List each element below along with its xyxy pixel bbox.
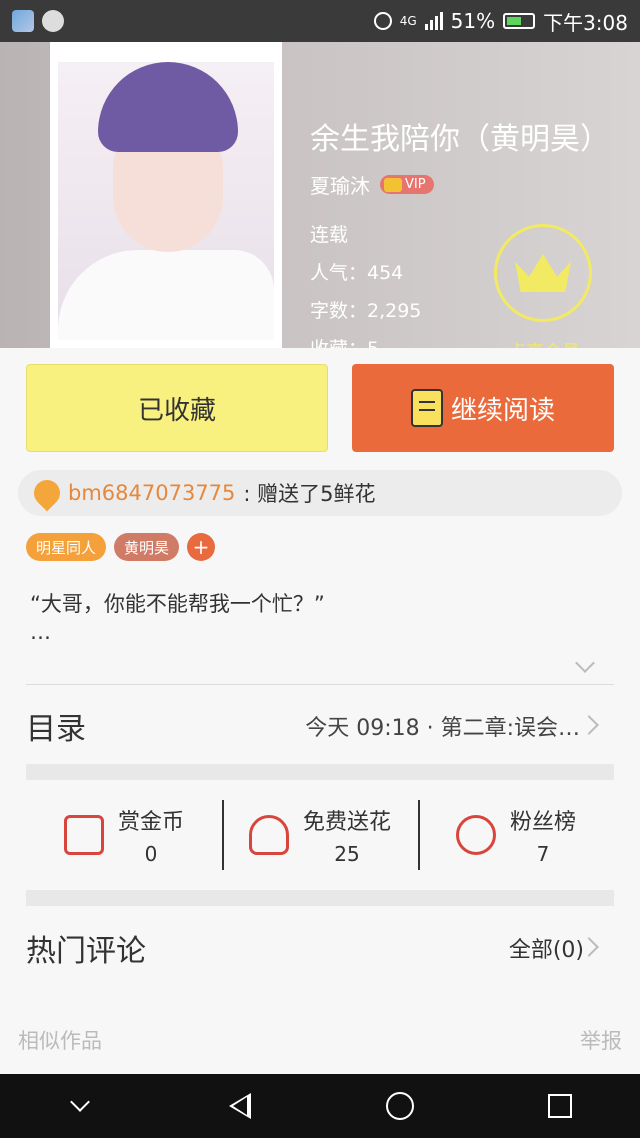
red-envelope-icon: [63, 815, 104, 855]
toc-row[interactable]: 目录 今天 09:18 · 第二章:误会…: [26, 686, 614, 766]
gift-text: : 赠送了5鲜花: [243, 482, 376, 506]
book-cover[interactable]: [50, 42, 282, 348]
toc-label: 目录: [26, 712, 86, 747]
network-type: 4G: [399, 14, 417, 28]
member-button[interactable]: [494, 224, 592, 322]
free-flowers[interactable]: 免费送花 25: [222, 790, 418, 880]
square-icon: [548, 1094, 572, 1118]
latest-chapter: 今天 09:18 · 第二章:误会…: [305, 716, 580, 741]
word-count: 字数：2,295: [310, 300, 422, 322]
fan-ranking[interactable]: 粉丝榜 7: [418, 790, 614, 880]
author-name[interactable]: 夏瑜沐: [310, 170, 370, 199]
all-comments-link[interactable]: 全部(0): [509, 932, 584, 964]
home-circle-icon: [386, 1092, 414, 1120]
stat-value: 7: [536, 842, 550, 866]
report-link[interactable]: 举报: [580, 1025, 622, 1055]
chevron-right-icon: [579, 715, 599, 735]
divider: [26, 684, 614, 685]
hot-comments-title: 热门评论: [26, 934, 146, 969]
tag-item[interactable]: 黄明昊: [114, 533, 180, 561]
reward-coins[interactable]: 赏金币 0: [26, 790, 222, 880]
stat-name: 赏金币: [117, 810, 184, 835]
ribbon-icon: [455, 815, 496, 855]
book-title: 余生我陪你（黄明昊）: [310, 122, 610, 157]
synopsis[interactable]: “大哥，你能不能帮我一个忙？” …: [30, 590, 600, 646]
member-label[interactable]: 点亮会员: [496, 338, 592, 348]
cover-illustration: [58, 62, 274, 340]
crown-icon: [515, 254, 571, 292]
system-nav-bar: [0, 1074, 640, 1138]
gift-banner[interactable]: bm6847073775 : 赠送了5鲜花: [18, 470, 622, 516]
status-bar: 4G 51% 下午3:08: [0, 0, 640, 42]
popularity: 人气：454: [310, 262, 404, 284]
stats-row: 赏金币 0 免费送花 25 粉丝榜 7: [26, 790, 614, 880]
gift-user[interactable]: bm6847073775: [68, 481, 235, 505]
book-header: 余生我陪你（黄明昊） 夏瑜沐 VIP 连载 人气：454 字数：2,295 收藏…: [0, 42, 640, 348]
globe-icon: [42, 10, 64, 32]
recent-apps-button[interactable]: [530, 1076, 590, 1136]
back-button[interactable]: [210, 1076, 270, 1136]
clock: 下午3:08: [543, 10, 628, 35]
stat-value: 25: [334, 842, 360, 866]
hot-comments-row[interactable]: 热门评论 全部(0): [26, 910, 614, 986]
tag-list: 明星同人 黄明昊 +: [26, 533, 216, 561]
battery-percent: 51%: [450, 9, 496, 33]
chevron-down-icon[interactable]: [575, 653, 595, 673]
flower-icon: [28, 474, 66, 512]
signal-icon: [424, 12, 443, 30]
add-tag-button[interactable]: +: [187, 533, 216, 561]
favorited-button[interactable]: 已收藏: [26, 364, 328, 452]
stat-name: 粉丝榜: [509, 810, 576, 835]
home-button[interactable]: [370, 1076, 430, 1136]
serial-status: 连载: [310, 224, 349, 246]
continue-reading-label: 继续阅读: [450, 395, 555, 426]
flower-icon: [248, 815, 289, 855]
tag-item[interactable]: 明星同人: [26, 533, 107, 561]
app-notification-icon: [12, 10, 34, 32]
stat-value: 0: [144, 842, 158, 866]
similar-works-link[interactable]: 相似作品: [18, 1025, 102, 1055]
battery-icon: [503, 13, 536, 29]
chevron-down-icon: [70, 1092, 90, 1112]
vip-label: VIP: [405, 177, 426, 192]
vip-badge: VIP: [380, 175, 434, 194]
alarm-icon: [373, 12, 392, 30]
hide-nav-button[interactable]: [50, 1076, 110, 1136]
author-row[interactable]: 夏瑜沐 VIP: [310, 170, 434, 199]
continue-reading-button[interactable]: 继续阅读: [352, 364, 614, 452]
stat-name: 免费送花: [302, 810, 391, 835]
back-triangle-icon: [229, 1093, 251, 1119]
favorites-count: 收藏：5: [310, 334, 379, 348]
section-separator: [26, 890, 614, 906]
crown-icon: [384, 177, 402, 192]
section-separator: [26, 764, 614, 780]
book-icon: [410, 389, 443, 427]
